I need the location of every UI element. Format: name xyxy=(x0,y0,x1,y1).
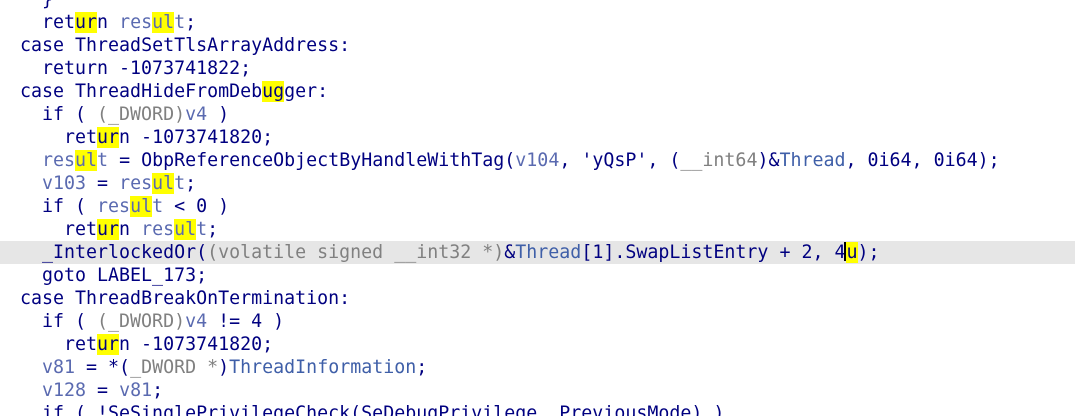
code-token: [1].SwapListEntry + 2, 4 xyxy=(581,242,846,263)
code-token: if ( !SeSinglePrivilegeCheck(SeDebugPriv… xyxy=(42,403,725,416)
code-token: if ( xyxy=(42,311,98,332)
code-line[interactable]: _InterlockedOr((volatile signed __int32 … xyxy=(0,241,1075,264)
code-token: if ( xyxy=(42,196,98,217)
code-token: res xyxy=(141,219,175,240)
code-line[interactable]: if ( (_DWORD)v4 != 4 ) xyxy=(0,310,1075,333)
code-line[interactable]: case ThreadSetTlsArrayAddress: xyxy=(0,34,1075,57)
code-token: } xyxy=(42,0,53,10)
code-token: = *( xyxy=(75,357,131,378)
code-token: (volatile signed __int32 *) xyxy=(207,242,505,263)
pseudocode-view[interactable]: }return result;case ThreadSetTlsArrayAdd… xyxy=(0,0,1075,416)
code-token: ur xyxy=(97,334,120,355)
code-token: ) xyxy=(207,104,230,125)
code-token: )& xyxy=(757,150,780,171)
code-token: , 0i64, 0i64); xyxy=(845,150,1000,171)
code-token: ; xyxy=(185,12,197,33)
code-token: ret xyxy=(64,127,98,148)
code-token: ret xyxy=(64,219,98,240)
code-token: res xyxy=(119,12,153,33)
code-token: res xyxy=(97,196,131,217)
code-token: ; xyxy=(185,173,197,194)
code-token: ger: xyxy=(284,81,329,102)
code-token: Thread xyxy=(515,242,582,263)
code-token: & xyxy=(504,242,516,263)
code-token: t xyxy=(97,150,109,171)
code-token: ThreadInformation xyxy=(229,357,417,378)
code-token: n xyxy=(119,219,142,240)
code-token: _InterlockedOr( xyxy=(42,242,208,263)
code-token: = ObpReferenceObjectByHandleWithTag( xyxy=(108,150,516,171)
code-token: ); xyxy=(857,242,880,263)
code-token: if ( xyxy=(42,104,98,125)
code-line[interactable]: if ( !SeSinglePrivilegeCheck(SeDebugPriv… xyxy=(0,402,1075,416)
code-line[interactable]: return result; xyxy=(0,218,1075,241)
code-token: t xyxy=(152,196,164,217)
code-token: ur xyxy=(97,127,120,148)
code-token: ur xyxy=(75,12,98,33)
code-token: res xyxy=(119,173,153,194)
code-line[interactable]: v103 = result; xyxy=(0,172,1075,195)
code-token: ug xyxy=(262,81,285,102)
code-token: goto LABEL_173; xyxy=(42,265,208,286)
code-line[interactable]: v81 = *(_DWORD *)ThreadInformation; xyxy=(0,356,1075,379)
code-token: t xyxy=(174,12,186,33)
code-token: ul xyxy=(152,12,175,33)
code-token: v103 xyxy=(42,173,87,194)
code-line[interactable]: if ( result < 0 ) xyxy=(0,195,1075,218)
code-token: __int64 xyxy=(680,150,758,171)
code-token: ur xyxy=(97,219,120,240)
code-token: ; xyxy=(207,219,219,240)
code-line[interactable]: v128 = v81; xyxy=(0,379,1075,402)
code-token: u xyxy=(846,242,858,263)
code-token: n -1073741820; xyxy=(119,334,274,355)
code-line[interactable]: return -1073741822; xyxy=(0,57,1075,80)
code-token: v81 xyxy=(42,357,76,378)
code-token: = xyxy=(86,173,120,194)
code-line[interactable]: return -1073741820; xyxy=(0,126,1075,149)
code-token: (_DWORD) xyxy=(97,104,186,125)
code-token: != 4 ) xyxy=(207,311,285,332)
code-token: , 'yQsP', ( xyxy=(559,150,681,171)
code-token: ) xyxy=(218,357,230,378)
code-line[interactable]: return result; xyxy=(0,11,1075,34)
code-token: v81 xyxy=(119,380,153,401)
code-token: res xyxy=(42,150,76,171)
code-line[interactable]: } xyxy=(0,0,1075,11)
code-token: ret xyxy=(64,334,98,355)
code-token: _DWORD * xyxy=(130,357,219,378)
code-token: n -1073741820; xyxy=(119,127,274,148)
code-line[interactable]: case ThreadHideFromDebugger: xyxy=(0,80,1075,103)
code-token: v104 xyxy=(515,150,560,171)
code-token: ; xyxy=(416,357,428,378)
code-line[interactable]: result = ObpReferenceObjectByHandleWithT… xyxy=(0,149,1075,172)
code-token: t xyxy=(196,219,208,240)
code-token: ul xyxy=(130,196,153,217)
code-token: ret xyxy=(42,12,76,33)
code-token: v4 xyxy=(185,104,208,125)
code-token: return -1073741822; xyxy=(42,58,252,79)
code-token: v4 xyxy=(185,311,208,332)
code-token: v128 xyxy=(42,380,87,401)
code-token: Thread xyxy=(779,150,846,171)
code-line[interactable]: if ( (_DWORD)v4 ) xyxy=(0,103,1075,126)
code-token: < 0 ) xyxy=(163,196,230,217)
code-token: case ThreadHideFromDeb xyxy=(20,81,263,102)
code-token: ; xyxy=(152,380,164,401)
code-line[interactable]: case ThreadBreakOnTermination: xyxy=(0,287,1075,310)
code-token: case ThreadBreakOnTermination: xyxy=(20,288,351,309)
code-token: (_DWORD) xyxy=(97,311,186,332)
code-token: ul xyxy=(152,173,175,194)
code-token: ul xyxy=(75,150,98,171)
code-line[interactable]: return -1073741820; xyxy=(0,333,1075,356)
code-line[interactable]: goto LABEL_173; xyxy=(0,264,1075,287)
code-token: ul xyxy=(174,219,197,240)
code-token: n xyxy=(97,12,120,33)
code-token: t xyxy=(174,173,186,194)
code-token: case ThreadSetTlsArrayAddress: xyxy=(20,35,351,56)
code-token: = xyxy=(86,380,120,401)
